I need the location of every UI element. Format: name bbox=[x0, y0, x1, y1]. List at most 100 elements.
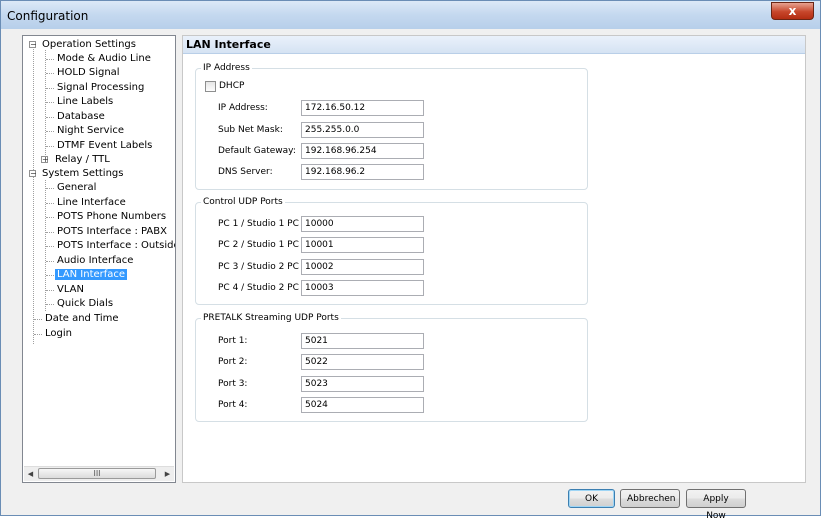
tree-item-label: Database bbox=[57, 111, 105, 122]
tree-item-label: System Settings bbox=[42, 168, 124, 179]
tree-item-label: VLAN bbox=[57, 284, 84, 295]
udp-port-field[interactable] bbox=[301, 237, 424, 253]
tree-item-label: Night Service bbox=[57, 125, 125, 136]
ok-button[interactable]: OK bbox=[568, 489, 615, 508]
tree-item-dtmf-event-labels[interactable]: DTMF Event Labels bbox=[55, 139, 154, 153]
collapse-icon[interactable]: − bbox=[29, 170, 37, 178]
tree-horizontal-scrollbar[interactable]: ◀ III ▶ bbox=[24, 466, 174, 481]
pretalk-port-label: Port 4: bbox=[218, 400, 248, 410]
tree-line bbox=[46, 146, 54, 147]
udp-port-field[interactable] bbox=[301, 259, 424, 275]
settings-tree[interactable]: − Operation Settings Mode & Audio Line H… bbox=[22, 35, 176, 483]
tree-item-label: Line Interface bbox=[57, 197, 126, 208]
tree-item-vlan[interactable]: VLAN bbox=[55, 283, 86, 297]
close-button[interactable]: x bbox=[771, 2, 814, 20]
tree-line bbox=[46, 59, 54, 60]
tree-item-mode-audio-line[interactable]: Mode & Audio Line bbox=[55, 52, 153, 66]
pretalk-port-label: Port 1: bbox=[218, 336, 248, 346]
pretalk-port-field[interactable] bbox=[301, 397, 424, 413]
tree-item-label: Login bbox=[45, 328, 72, 339]
tree-item-label: POTS Interface : PABX bbox=[57, 226, 167, 237]
udp-port-field[interactable] bbox=[301, 280, 424, 296]
default-gateway-label: Default Gateway: bbox=[218, 146, 296, 156]
tree-item-night-service[interactable]: Night Service bbox=[55, 124, 126, 138]
tree-line bbox=[46, 246, 54, 247]
tree-item-label: General bbox=[57, 182, 97, 193]
scroll-thumb[interactable]: III bbox=[38, 468, 156, 479]
tree-item-line-interface[interactable]: Line Interface bbox=[55, 196, 128, 210]
collapse-icon[interactable]: − bbox=[29, 41, 37, 49]
tree-item-line-labels[interactable]: Line Labels bbox=[55, 95, 115, 109]
tree-item-quick-dials[interactable]: Quick Dials bbox=[55, 297, 115, 311]
cancel-button[interactable]: Abbrechen bbox=[620, 489, 680, 508]
tree-item-hold-signal[interactable]: HOLD Signal bbox=[55, 66, 122, 80]
window-title: Configuration bbox=[7, 9, 89, 23]
tree-item-label: Signal Processing bbox=[57, 82, 145, 93]
tree-line bbox=[46, 73, 54, 74]
tree-line bbox=[46, 102, 54, 103]
tree-item-login[interactable]: Login bbox=[43, 327, 74, 341]
tree-item-label: Operation Settings bbox=[42, 39, 136, 50]
tree-line bbox=[46, 217, 54, 218]
group-title: IP Address bbox=[201, 62, 252, 74]
title-bar[interactable]: Configuration x bbox=[1, 1, 820, 29]
subnet-mask-field[interactable] bbox=[301, 122, 424, 138]
tree-item-pots-phone-numbers[interactable]: POTS Phone Numbers bbox=[55, 210, 168, 224]
dhcp-checkbox[interactable] bbox=[205, 81, 216, 92]
tree-item-label: Relay / TTL bbox=[55, 154, 110, 165]
pretalk-udp-ports-group: PRETALK Streaming UDP Ports Port 1: Port… bbox=[195, 312, 588, 422]
dhcp-label: DHCP bbox=[219, 81, 245, 91]
pretalk-port-field[interactable] bbox=[301, 333, 424, 349]
tree-line bbox=[34, 319, 42, 320]
tree-item-pots-interface-outside-line[interactable]: POTS Interface : Outside Lin bbox=[55, 239, 176, 253]
tree-line bbox=[34, 334, 42, 335]
tree-item-label: POTS Interface : Outside Lin bbox=[57, 240, 176, 251]
apply-now-button[interactable]: Apply Now bbox=[686, 489, 746, 521]
tree-item-audio-interface[interactable]: Audio Interface bbox=[55, 254, 135, 268]
tree-item-label: DTMF Event Labels bbox=[57, 140, 153, 151]
scroll-right-icon[interactable]: ▶ bbox=[161, 467, 174, 481]
pretalk-port-label: Port 3: bbox=[218, 379, 248, 389]
settings-panel: LAN Interface IP Address DHCP IP Address… bbox=[182, 35, 806, 483]
ip-address-label: IP Address: bbox=[218, 103, 268, 113]
group-title: PRETALK Streaming UDP Ports bbox=[201, 312, 341, 324]
tree-item-database[interactable]: Database bbox=[55, 110, 107, 124]
tree-line bbox=[46, 203, 54, 204]
tree-line bbox=[46, 117, 54, 118]
subnet-mask-label: Sub Net Mask: bbox=[218, 125, 283, 135]
tree-item-label: Mode & Audio Line bbox=[57, 53, 151, 64]
udp-port-field[interactable] bbox=[301, 216, 424, 232]
tree-item-label: Line Labels bbox=[57, 96, 114, 107]
scroll-thumb-grip: III bbox=[93, 469, 101, 478]
pretalk-port-label: Port 2: bbox=[218, 357, 248, 367]
group-title: Control UDP Ports bbox=[201, 196, 285, 208]
panel-title: LAN Interface bbox=[186, 38, 271, 51]
udp-port-label: PC 3 / Studio 2 PC 1: bbox=[218, 262, 311, 272]
control-udp-ports-group: Control UDP Ports PC 1 / Studio 1 PC 1: … bbox=[195, 196, 588, 305]
udp-port-label: PC 4 / Studio 2 PC 2: bbox=[218, 283, 311, 293]
udp-port-label: PC 1 / Studio 1 PC 1: bbox=[218, 219, 311, 229]
pretalk-port-field[interactable] bbox=[301, 354, 424, 370]
tree-line bbox=[33, 49, 34, 344]
tree-item-lan-interface[interactable]: LAN Interface bbox=[55, 268, 128, 282]
tree-item-general[interactable]: General bbox=[55, 181, 98, 195]
close-icon: x bbox=[788, 4, 797, 18]
udp-port-label: PC 2 / Studio 1 PC 2: bbox=[218, 240, 311, 250]
scroll-left-icon[interactable]: ◀ bbox=[24, 467, 37, 481]
tree-item-label: Quick Dials bbox=[57, 298, 114, 309]
tree-item-label: Date and Time bbox=[45, 313, 119, 324]
dns-server-field[interactable] bbox=[301, 164, 424, 180]
ip-address-group: IP Address DHCP IP Address: Sub Net Mask… bbox=[195, 62, 588, 190]
tree-item-label: Audio Interface bbox=[57, 255, 134, 266]
tree-line bbox=[46, 275, 54, 276]
tree-line bbox=[46, 131, 54, 132]
ip-address-field[interactable] bbox=[301, 100, 424, 116]
tree-item-date-and-time[interactable]: Date and Time bbox=[43, 312, 121, 326]
pretalk-port-field[interactable] bbox=[301, 376, 424, 392]
tree-item-signal-processing[interactable]: Signal Processing bbox=[55, 81, 146, 95]
default-gateway-field[interactable] bbox=[301, 143, 424, 159]
panel-header: LAN Interface bbox=[183, 36, 805, 54]
tree-line bbox=[46, 88, 54, 89]
tree-item-pots-interface-pabx[interactable]: POTS Interface : PABX bbox=[55, 225, 169, 239]
expand-icon[interactable]: + bbox=[41, 156, 49, 164]
